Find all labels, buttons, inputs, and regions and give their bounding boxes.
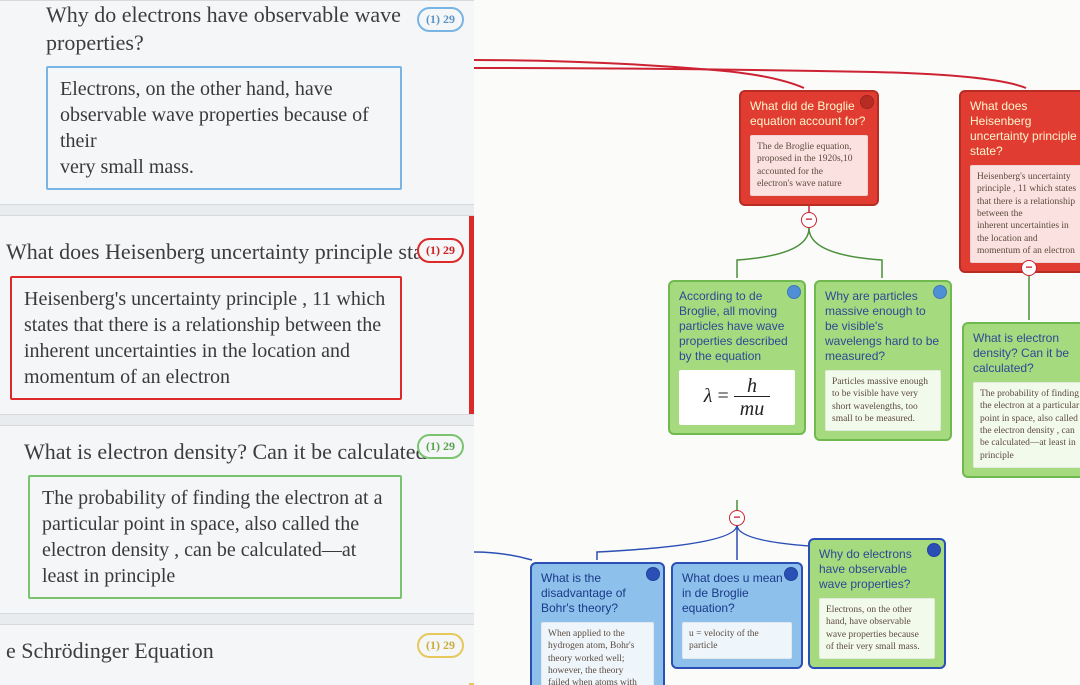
card-question: Why do electrons have observable wave pr…: [0, 1, 474, 56]
mind-map-panel[interactable]: What did de Broglie equation account for…: [474, 0, 1080, 685]
node-body: The de Broglie equation, proposed in the…: [750, 135, 868, 196]
node-title: What is the disadvantage of Bohr's theor…: [541, 571, 654, 616]
map-node-green[interactable]: What is electron density? Can it be calc…: [962, 322, 1080, 478]
node-title: According to de Broglie, all moving part…: [679, 289, 795, 364]
node-dot-icon: [787, 285, 801, 299]
card-question: What does Heisenberg uncertainty princip…: [0, 238, 474, 266]
ref-badge: (1) 29: [417, 434, 464, 459]
node-body: Particles massive enough to be visible h…: [825, 370, 941, 431]
map-node-blue[interactable]: What is the disadvantage of Bohr's theor…: [530, 562, 665, 685]
node-body: The probability of finding the electron …: [973, 382, 1080, 468]
equation: λ = h mu: [679, 370, 795, 425]
collapse-toggle-icon[interactable]: −: [1021, 260, 1037, 276]
list-card[interactable]: (1) 29 Why do electrons have observable …: [0, 0, 474, 205]
map-node-red[interactable]: What does Heisenberg uncertainty princip…: [959, 90, 1080, 273]
ref-badge: (1) 29: [417, 633, 464, 658]
map-node-red[interactable]: What did de Broglie equation account for…: [739, 90, 879, 206]
card-question: What is electron density? Can it be calc…: [0, 438, 474, 466]
node-title: What does Heisenberg uncertainty princip…: [970, 99, 1080, 159]
card-question: e Schrödinger Equation: [0, 637, 474, 665]
node-dot-icon: [860, 95, 874, 109]
node-dot-icon: [933, 285, 947, 299]
node-title: What is electron density? Can it be calc…: [973, 331, 1080, 376]
collapse-toggle-icon[interactable]: −: [729, 510, 745, 526]
list-card[interactable]: (1) 29 e Schrödinger Equation: [0, 624, 474, 685]
left-list-panel: (1) 29 Why do electrons have observable …: [0, 0, 474, 685]
ref-badge: (1) 29: [417, 238, 464, 263]
card-answer: Electrons, on the other hand, have obser…: [46, 66, 402, 190]
map-node-blue[interactable]: Why do electrons have observable wave pr…: [808, 538, 946, 669]
card-answer: Heisenberg's uncertainty principle , 11 …: [10, 276, 402, 400]
node-body: u = velocity of the particle: [682, 622, 792, 659]
card-answer: The probability of finding the electron …: [28, 475, 402, 599]
map-node-blue[interactable]: What does u mean in de Broglie equation?…: [671, 562, 803, 669]
map-node-green[interactable]: Why are particles massive enough to be v…: [814, 280, 952, 441]
node-body: When applied to the hydrogen atom, Bohr'…: [541, 622, 654, 685]
node-body: Heisenberg's uncertainty principle , 11 …: [970, 165, 1080, 263]
node-title: Why are particles massive enough to be v…: [825, 289, 941, 364]
node-title: What did de Broglie equation account for…: [750, 99, 868, 129]
node-dot-icon: [927, 543, 941, 557]
ref-badge: (1) 29: [417, 7, 464, 32]
node-dot-icon: [784, 567, 798, 581]
list-card[interactable]: (1) 29 What is electron density? Can it …: [0, 425, 474, 615]
list-card[interactable]: (1) 29 What does Heisenberg uncertainty …: [0, 215, 474, 415]
collapse-toggle-icon[interactable]: −: [801, 212, 817, 228]
map-node-green[interactable]: According to de Broglie, all moving part…: [668, 280, 806, 435]
node-dot-icon: [646, 567, 660, 581]
node-body: Electrons, on the other hand, have obser…: [819, 598, 935, 659]
node-title: What does u mean in de Broglie equation?: [682, 571, 792, 616]
node-title: Why do electrons have observable wave pr…: [819, 547, 935, 592]
